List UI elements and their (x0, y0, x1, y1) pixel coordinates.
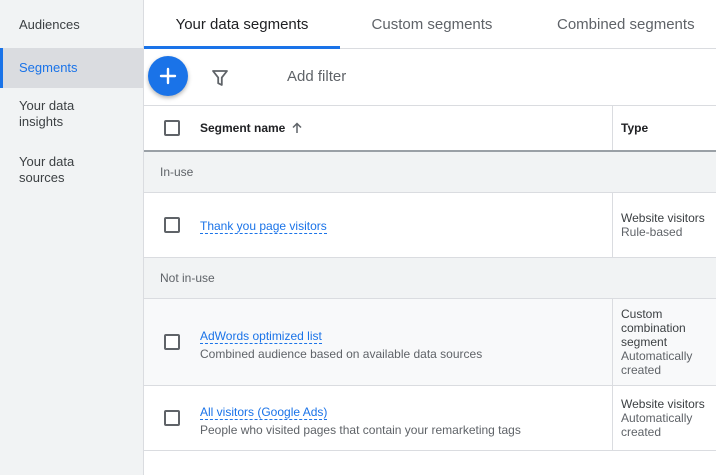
toolbar: Add filter (144, 49, 716, 106)
main-content: Your data segments Custom segments Combi… (144, 0, 716, 475)
group-label: Not in-use (160, 271, 215, 285)
table-row: AdWords optimized list Combined audience… (144, 299, 716, 386)
row-checkbox[interactable] (164, 410, 180, 426)
segment-name-link[interactable]: All visitors (Google Ads) (200, 405, 328, 420)
sidebar-item-label: Audiences (19, 17, 80, 32)
group-row-not-in-use: Not in-use (144, 258, 716, 299)
segment-type-cell: Custom combination segment Automatically… (621, 307, 703, 377)
filter-icon[interactable] (210, 68, 230, 88)
segment-name-link[interactable]: AdWords optimized list (200, 329, 322, 344)
table-row: All visitors (Google Ads) People who vis… (144, 386, 716, 451)
segment-name-column-header[interactable]: Segment name (200, 121, 303, 135)
segment-tabs: Your data segments Custom segments Combi… (144, 0, 716, 49)
type-column-header[interactable]: Type (621, 121, 648, 135)
group-label: In-use (160, 165, 194, 179)
tab-label: Your data segments (175, 15, 309, 33)
sidebar-item-segments[interactable]: Segments (0, 48, 143, 88)
sidebar-item-label: Your data insights (19, 98, 75, 129)
tab-custom-segments[interactable]: Custom segments (349, 0, 515, 48)
type-line: Automatically created (621, 349, 693, 377)
tab-label: Custom segments (371, 15, 493, 33)
column-divider (612, 106, 613, 150)
type-line: Website visitors (621, 211, 705, 225)
tab-combined-segments[interactable]: Combined segments (539, 0, 716, 48)
column-header-label: Segment name (200, 121, 286, 135)
segment-type-cell: Website visitors Rule-based (621, 211, 716, 239)
column-divider (612, 193, 613, 257)
add-segment-button[interactable] (148, 56, 188, 96)
select-all-checkbox[interactable] (164, 120, 180, 136)
type-line: Rule-based (621, 225, 683, 239)
segment-description: People who visited pages that contain yo… (200, 423, 521, 437)
sidebar-item-label: Your data sources (19, 154, 75, 185)
type-line: Automatically created (621, 411, 693, 439)
sidebar-item-audiences[interactable]: Audiences (0, 0, 143, 50)
arrow-up-icon (292, 122, 302, 133)
table-header-row: Segment name Type (144, 106, 716, 152)
row-checkbox[interactable] (164, 334, 180, 350)
sidebar-item-label: Segments (19, 60, 78, 75)
plus-icon (159, 67, 177, 85)
add-filter-button[interactable]: Add filter (287, 68, 346, 85)
table-row: Thank you page visitors Website visitors… (144, 193, 716, 258)
tab-your-data-segments[interactable]: Your data segments (144, 0, 340, 49)
sidebar-item-your-data-sources[interactable]: Your data sources (0, 154, 143, 190)
segment-name-cell: Thank you page visitors (200, 217, 327, 235)
tab-label: Combined segments (557, 15, 695, 33)
segment-name-link[interactable]: Thank you page visitors (200, 219, 327, 234)
sidebar-nav: Audiences Segments Your data insights Yo… (0, 0, 144, 475)
column-divider (612, 299, 613, 385)
segment-description: Combined audience based on available dat… (200, 347, 483, 361)
segment-type-cell: Website visitors Automatically created (621, 397, 713, 439)
group-row-in-use: In-use (144, 152, 716, 193)
sidebar-item-your-data-insights[interactable]: Your data insights (0, 98, 143, 134)
segment-name-cell: All visitors (Google Ads) People who vis… (200, 403, 521, 438)
row-checkbox[interactable] (164, 217, 180, 233)
type-line: Custom combination segment (621, 307, 686, 349)
type-line: Website visitors (621, 397, 705, 411)
segment-name-cell: AdWords optimized list Combined audience… (200, 327, 482, 362)
column-divider (612, 386, 613, 450)
